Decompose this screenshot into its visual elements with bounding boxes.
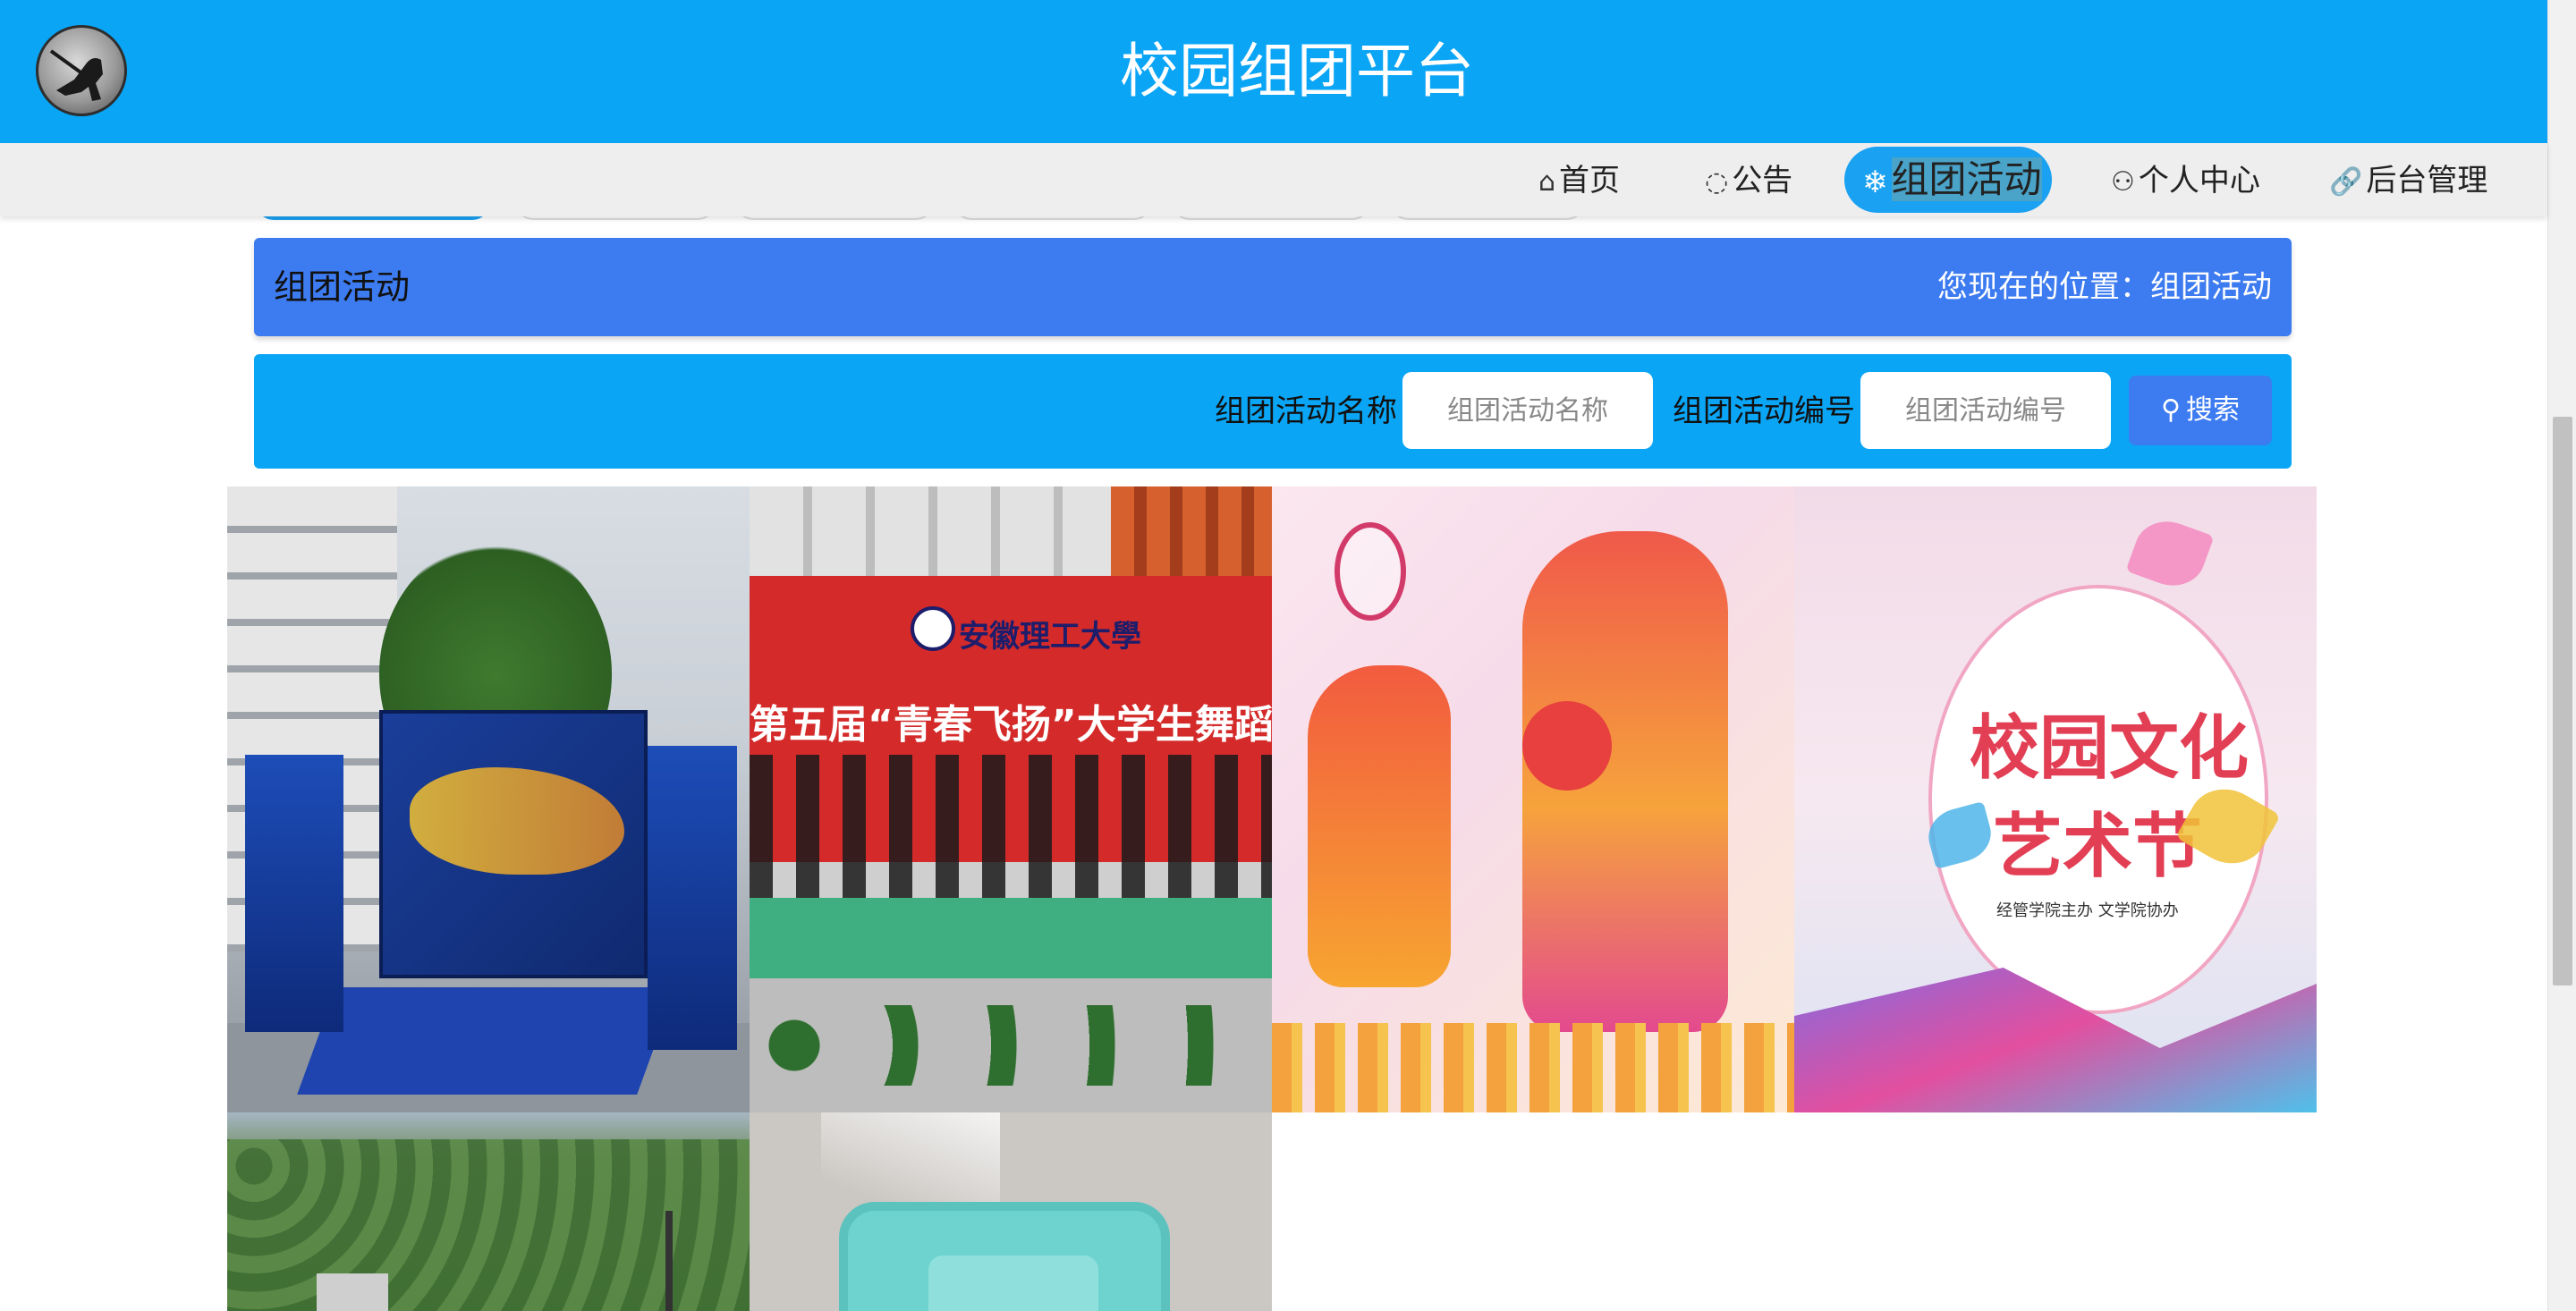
nav-user-center-label: 个人中心 [2138, 163, 2260, 199]
carpet-shape [297, 987, 676, 1095]
activity-code-label: 组团活动编号 [1673, 393, 1855, 429]
university-name: 安徽理工大學 [959, 619, 1141, 655]
dancers-shape [750, 755, 1272, 898]
home-icon: ⌂ [1538, 166, 1556, 198]
breadcrumb-location: 您现在的位置：组团活动 [1937, 265, 2272, 309]
poster-title-line1: 校园文化 [1970, 708, 2250, 789]
nav-notice-label: 公告 [1732, 163, 1793, 199]
search-icon: ⚲ [2161, 395, 2181, 425]
nav-user-center[interactable]: ⚇ 个人中心 [2111, 154, 2260, 207]
poster-title-line2: 艺术节 [1993, 807, 2203, 887]
plants-shape [750, 1005, 1272, 1086]
header: 校园组团平台 [0, 0, 2547, 143]
snowflake-icon: ❄ [1862, 165, 1888, 200]
avatar-silhouette-icon [49, 49, 103, 101]
search-bar: 组团活动名称 组团活动编号 ⚲搜索 [254, 354, 2292, 469]
search-button-label: 搜索 [2185, 395, 2240, 425]
activity-card-basket[interactable] [750, 1112, 1272, 1311]
activity-name-input[interactable] [1402, 372, 1653, 449]
nav-home[interactable]: ⌂ 首页 [1538, 154, 1620, 207]
athlete-figure-1 [1308, 665, 1451, 987]
activity-card-hills[interactable] [227, 1112, 750, 1311]
nav-notice[interactable]: ◌ 公告 [1705, 154, 1792, 207]
stage-floor [750, 898, 1272, 978]
ball-shape [1522, 701, 1612, 791]
activity-gallery: 安徽理工大學 第五届“青春飞扬”大学生舞蹈大 校园文化 艺术节 经管学院主办 文… [227, 486, 2320, 1311]
avatar[interactable] [36, 25, 127, 116]
nav-home-label: 首页 [1559, 163, 1621, 199]
activity-card-stage-promo[interactable] [227, 486, 750, 1112]
banner-left [245, 755, 343, 1032]
basket-shape [839, 1202, 1170, 1311]
activity-card-dance[interactable]: 安徽理工大學 第五届“青春飞扬”大学生舞蹈大 [750, 486, 1272, 1112]
pole-shape [665, 1211, 673, 1311]
activity-card-sports[interactable] [1272, 486, 1794, 1112]
activity-card-culture-festival[interactable]: 校园文化 艺术节 经管学院主办 文学院协办 [1794, 486, 2317, 1112]
stage-board [379, 710, 648, 978]
activity-name-label: 组团活动名称 [1215, 393, 1397, 429]
breadcrumb-location-value: 组团活动 [2150, 269, 2272, 305]
banner-right [648, 746, 737, 1050]
search-button[interactable]: ⚲ 搜索 [2129, 376, 2272, 445]
event-heading: 第五届“青春飞扬”大学生舞蹈大 [750, 702, 1272, 748]
page: 校园组团平台 ⌂ 首页 ◌ 公告 ❄组团活动 ⚇ 个人中心 🔗 后台管理 组团活动 您现… [0, 0, 2576, 1311]
butterfly-shape [2125, 512, 2215, 596]
page-title: 组团活动 [274, 267, 411, 307]
breadcrumb-location-label: 您现在的位置： [1937, 269, 2150, 305]
nav-admin-label: 后台管理 [2366, 163, 2488, 199]
city-skyline [1272, 1023, 1794, 1112]
chat-icon: ◌ [1705, 166, 1729, 198]
poster-subtitle: 经管学院主办 文学院协办 [1996, 901, 2179, 920]
breadcrumb: 组团活动 您现在的位置：组团活动 [254, 238, 2292, 336]
site-title: 校园组团平台 [1120, 37, 1474, 106]
link-icon: 🔗 [2329, 166, 2363, 198]
user-icon: ⚇ [2111, 166, 2135, 198]
nav-activity[interactable]: ❄组团活动 [1844, 147, 2052, 213]
main-nav: ⌂ 首页 ◌ 公告 ❄组团活动 ⚇ 个人中心 🔗 后台管理 [0, 143, 2547, 216]
nav-activity-label: 组团活动 [1891, 157, 2042, 201]
university-logo [911, 606, 955, 651]
page-scrollbar[interactable] [2547, 0, 2576, 1311]
scrollbar-thumb[interactable] [2553, 417, 2572, 985]
house-shape [317, 1273, 388, 1311]
nav-admin[interactable]: 🔗 后台管理 [2329, 154, 2487, 207]
activity-code-input[interactable] [1860, 372, 2111, 449]
racket-shape [1335, 522, 1406, 621]
